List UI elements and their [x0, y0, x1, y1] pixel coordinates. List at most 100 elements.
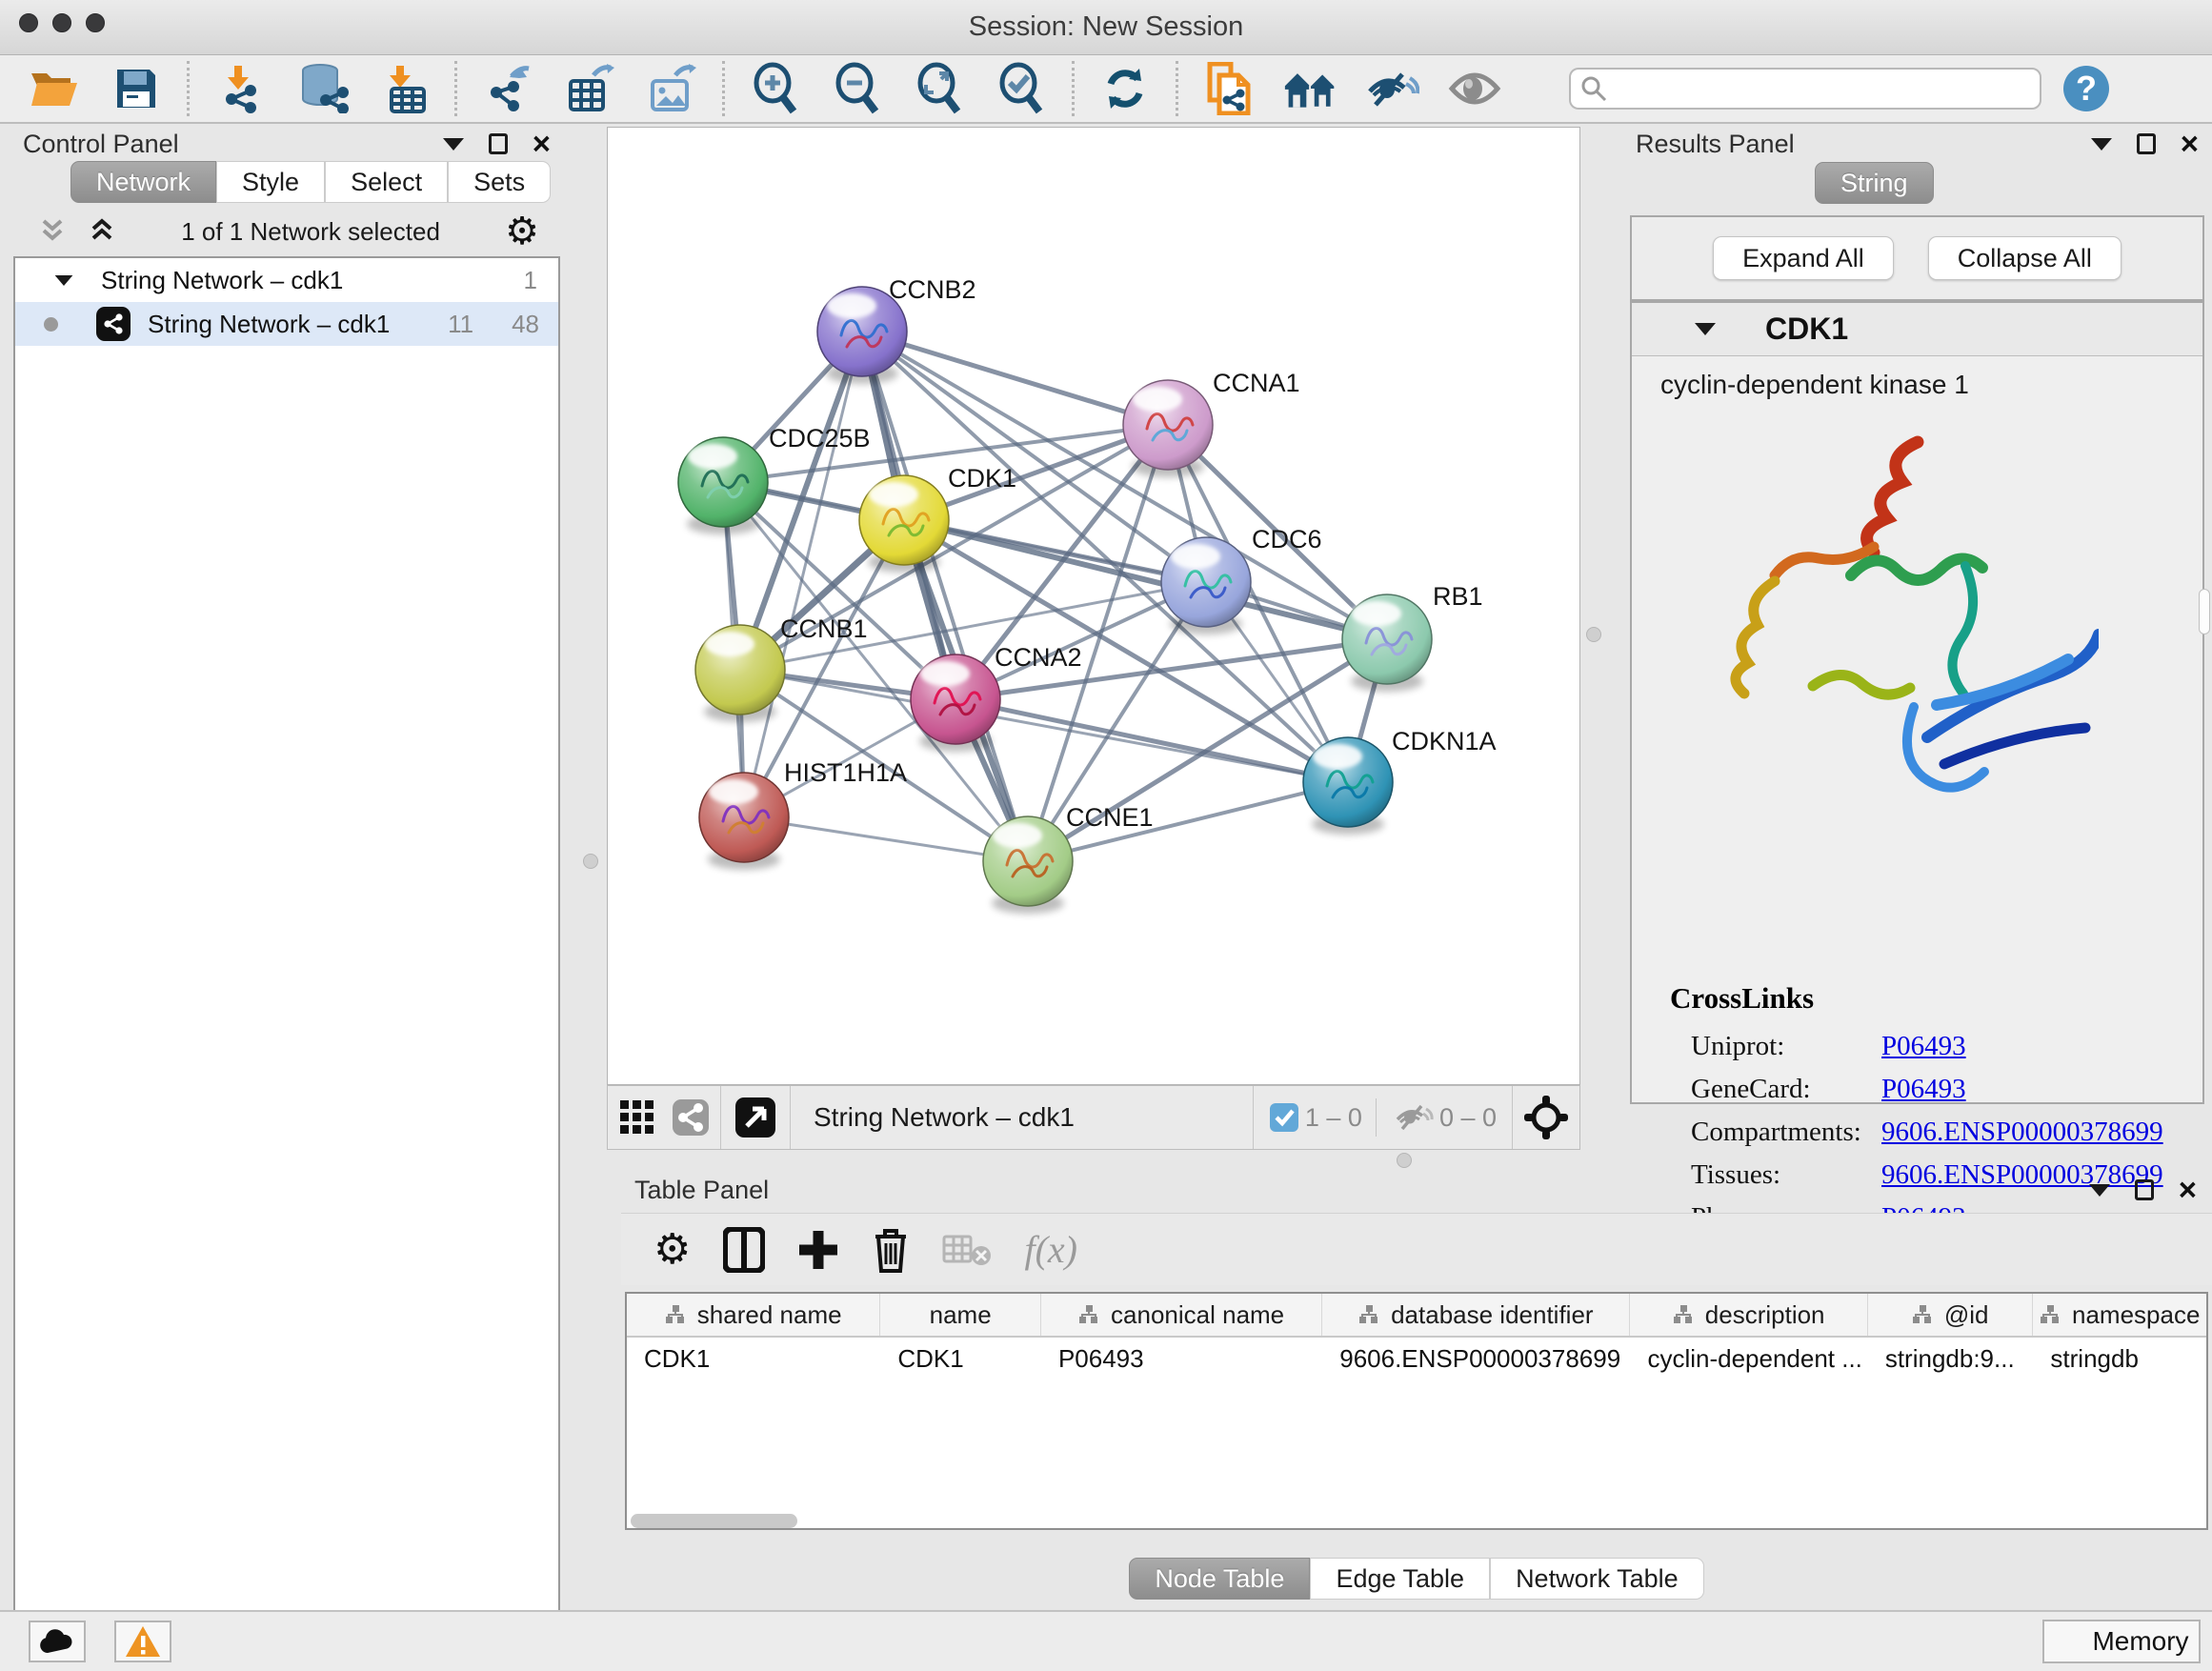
toolbar-separator	[187, 61, 190, 116]
tab-edge-table[interactable]: Edge Table	[1310, 1558, 1490, 1600]
panel-menu-icon[interactable]	[2091, 138, 2112, 151]
edge-CCNB2-RB1[interactable]	[862, 332, 1387, 639]
show-all-icon[interactable]	[1447, 62, 1502, 115]
export-network-icon[interactable]	[480, 62, 535, 115]
network-row[interactable]: String Network – cdk1 11 48	[15, 302, 558, 346]
column-header--id[interactable]: @id	[1868, 1294, 2034, 1336]
first-neighbors-icon[interactable]	[1283, 62, 1338, 115]
tab-node-table[interactable]: Node Table	[1129, 1558, 1310, 1600]
protein-card-header[interactable]: CDK1	[1632, 303, 2202, 356]
import-table-icon[interactable]	[376, 62, 432, 115]
column-header-shared-name[interactable]: shared name	[627, 1294, 880, 1336]
refresh-icon[interactable]	[1097, 62, 1153, 115]
tab-select[interactable]: Select	[325, 161, 448, 203]
tab-sets[interactable]: Sets	[448, 161, 551, 203]
tab-string[interactable]: String	[1815, 162, 1934, 204]
add-column-icon[interactable]	[797, 1229, 839, 1271]
left-splitter-handle[interactable]	[583, 854, 598, 869]
panel-menu-icon[interactable]	[2089, 1184, 2110, 1197]
right-splitter-handle[interactable]	[1586, 627, 1601, 642]
import-network-icon[interactable]	[212, 62, 268, 115]
column-header-database-identifier[interactable]: database identifier	[1322, 1294, 1630, 1336]
expand-all-networks-icon[interactable]	[88, 217, 116, 246]
footer-separator	[790, 1086, 791, 1149]
panel-menu-icon[interactable]	[443, 138, 464, 151]
zoom-in-icon[interactable]	[748, 62, 803, 115]
selected-checkbox-icon[interactable]	[1267, 1091, 1301, 1144]
expand-all-button[interactable]: Expand All	[1713, 236, 1894, 280]
float-panel-icon[interactable]	[489, 133, 508, 154]
warning-button[interactable]	[114, 1621, 171, 1662]
float-panel-icon[interactable]	[2137, 133, 2156, 154]
hide-selected-icon[interactable]	[1365, 62, 1420, 115]
birdseye-view-icon[interactable]	[731, 1091, 780, 1144]
control-panel: Control Panel × Network Style Select Set…	[10, 127, 564, 1577]
locate-crosshair-icon[interactable]	[1518, 1091, 1574, 1144]
collection-expander-icon[interactable]	[55, 274, 73, 285]
network-icon	[96, 307, 131, 341]
minimize-window-button[interactable]	[52, 13, 71, 32]
cell-description[interactable]: cyclin-dependent ...	[1630, 1338, 1867, 1379]
zoom-selected-icon[interactable]	[994, 62, 1049, 115]
crosslink-link[interactable]: P06493	[1881, 1031, 1966, 1062]
network-view-mode-icon[interactable]	[669, 1091, 713, 1144]
export-table-icon[interactable]	[562, 62, 617, 115]
network-view-canvas[interactable]: CCNB2CDC25BCDK1CCNA1CDC6RB1CCNB1CCNA2HIS…	[607, 127, 1580, 1085]
window-title: Session: New Session	[969, 11, 1244, 43]
edge-CCNB2-CCNA1[interactable]	[862, 332, 1168, 425]
save-session-icon[interactable]	[109, 62, 164, 115]
collapse-all-button[interactable]: Collapse All	[1928, 236, 2122, 280]
clone-network-icon[interactable]	[1201, 62, 1257, 115]
float-panel-icon[interactable]	[2135, 1179, 2154, 1200]
close-panel-icon[interactable]: ×	[2181, 133, 2199, 154]
control-panel-tabs: Network Style Select Sets	[70, 161, 551, 203]
crosslink-row: Uniprot: P06493	[1670, 1025, 2163, 1068]
memory-button[interactable]: Memory	[2042, 1620, 2201, 1663]
current-network-title: String Network – cdk1	[814, 1102, 1075, 1133]
column-header-name[interactable]: name	[880, 1294, 1041, 1336]
open-session-icon[interactable]	[27, 62, 82, 115]
crosslink-link[interactable]: 9606.ENSP00000378699	[1881, 1117, 2163, 1148]
edge-CCNA2-CDKN1A[interactable]	[955, 699, 1348, 782]
tab-network-table[interactable]: Network Table	[1490, 1558, 1704, 1600]
cell-shared-name[interactable]: CDK1	[627, 1338, 880, 1379]
hidden-node-edge-counts: 0 – 0	[1439, 1103, 1497, 1133]
tab-network[interactable]: Network	[70, 161, 216, 203]
close-panel-icon[interactable]: ×	[533, 133, 551, 154]
column-header-namespace[interactable]: namespace	[2033, 1294, 2206, 1336]
network-options-gear-icon[interactable]: ⚙	[505, 217, 539, 246]
crosslink-link[interactable]: P06493	[1881, 1074, 1966, 1105]
network-graph[interactable]: CCNB2CDC25BCDK1CCNA1CDC6RB1CCNB1CCNA2HIS…	[608, 128, 1579, 1084]
export-image-icon[interactable]	[644, 62, 699, 115]
help-icon[interactable]: ?	[2059, 62, 2114, 115]
cloud-status-button[interactable]	[29, 1621, 86, 1662]
results-scrollbar-thumb[interactable]	[2199, 589, 2210, 634]
cell-namespace[interactable]: stringdb	[2033, 1338, 2206, 1379]
zoom-out-icon[interactable]	[830, 62, 885, 115]
zoom-fit-icon[interactable]	[912, 62, 967, 115]
search-field[interactable]	[1569, 68, 2041, 110]
delete-column-icon[interactable]	[872, 1227, 910, 1273]
table-options-gear-icon[interactable]: ⚙	[654, 1225, 691, 1274]
column-header-description[interactable]: description	[1630, 1294, 1867, 1336]
grid-view-icon[interactable]	[615, 1091, 659, 1144]
show-columns-icon[interactable]	[723, 1227, 765, 1273]
cell--id[interactable]: stringdb:9...	[1868, 1338, 2034, 1379]
table-row[interactable]: CDK1CDK1P064939606.ENSP00000378699cyclin…	[627, 1338, 2206, 1379]
shared-column-icon	[2040, 1304, 2061, 1325]
cell-name[interactable]: CDK1	[880, 1338, 1041, 1379]
collapse-all-networks-icon[interactable]	[38, 217, 67, 246]
search-input[interactable]	[1615, 71, 2030, 106]
import-network-from-database-icon[interactable]	[294, 62, 350, 115]
tab-style[interactable]: Style	[216, 161, 325, 203]
column-header-canonical-name[interactable]: canonical name	[1041, 1294, 1322, 1336]
close-window-button[interactable]	[19, 13, 38, 32]
cell-canonical-name[interactable]: P06493	[1041, 1338, 1322, 1379]
network-collection-row[interactable]: String Network – cdk1 1	[15, 258, 558, 302]
close-panel-icon[interactable]: ×	[2179, 1179, 2197, 1200]
zoom-window-button[interactable]	[86, 13, 105, 32]
cell-database-identifier[interactable]: 9606.ENSP00000378699	[1322, 1338, 1630, 1379]
table-hscrollbar-thumb[interactable]	[631, 1514, 797, 1528]
bottom-splitter-handle[interactable]	[1397, 1153, 1412, 1168]
protein-expander-icon[interactable]	[1695, 323, 1716, 335]
